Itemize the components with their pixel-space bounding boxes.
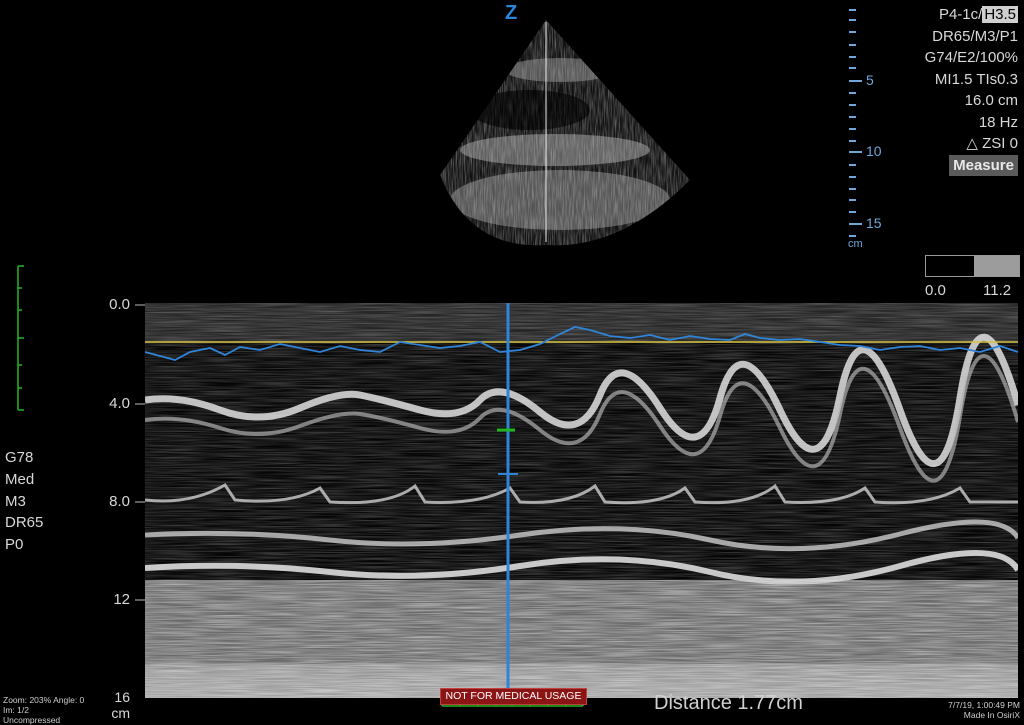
param-line: MI1.5 TIs0.3: [934, 70, 1018, 88]
timestamp: 7/7/19, 1:00:49 PM: [948, 700, 1020, 710]
distance-measurement: Distance 1.77cm: [654, 692, 803, 714]
param-line: DR65: [5, 514, 44, 532]
param-line: DR65/M3/P1: [932, 27, 1018, 45]
frequency-label: H3.5: [982, 6, 1018, 23]
depth-label: 0.0: [109, 296, 130, 313]
param-line: Med: [5, 470, 35, 488]
grayscale-bar: [925, 255, 1020, 277]
viewer-info: Zoom: 203% Angle: 0 Im: 1/2 Uncompressed: [3, 695, 84, 725]
mmode-params: G78 Med M3 DR65 P0: [5, 447, 43, 556]
not-for-medical-usage-badge: NOT FOR MEDICAL USAGE: [440, 688, 587, 705]
param-line: G78: [5, 449, 34, 466]
param-line: P0: [5, 536, 24, 554]
param-line: 16.0 cm: [964, 92, 1018, 109]
depth-ruler: [849, 9, 862, 237]
sector-image: [440, 20, 690, 246]
viewer-meta: 7/7/19, 1:00:49 PM Made In OsiriX: [948, 700, 1020, 720]
probe-orientation-icon: Z: [505, 2, 518, 24]
grayscale-min: 0.0: [925, 282, 946, 299]
acquisition-params: P4-1c/H3.5 DR65/M3/P1 G74/E2/100% MI1.5 …: [925, 4, 1018, 176]
param-line: ZSI 0: [982, 135, 1018, 152]
ultrasound-canvas: [17, 9, 1018, 707]
zsi-icon: △: [966, 135, 978, 152]
image-index: Im: 1/2: [3, 705, 29, 715]
watermark: Made In OsiriX: [963, 710, 1020, 720]
param-line: M3: [5, 492, 26, 510]
compression-info: Uncompressed: [3, 715, 61, 725]
ruler-label: 15: [866, 215, 882, 231]
measure-button[interactable]: Measure: [949, 154, 1018, 176]
depth-label: 8.0: [109, 493, 130, 510]
mmode-image: [145, 303, 1018, 698]
depth-unit: cm: [111, 705, 130, 721]
ruler-unit: cm: [848, 238, 863, 250]
ecg-scale: [17, 265, 24, 411]
probe-label: P4-1c/: [938, 6, 983, 23]
zoom-info: Zoom: 203% Angle: 0: [3, 695, 85, 705]
param-line: G74/E2/100%: [924, 49, 1018, 66]
depth-label: 16: [114, 689, 130, 705]
grayscale-max: 11.2: [983, 282, 1012, 299]
depth-label: 12: [113, 591, 130, 608]
param-line: 18 Hz: [978, 113, 1018, 131]
ruler-label: 5: [866, 72, 874, 88]
ruler-label: 10: [866, 143, 882, 159]
depth-label: 4.0: [109, 395, 130, 412]
